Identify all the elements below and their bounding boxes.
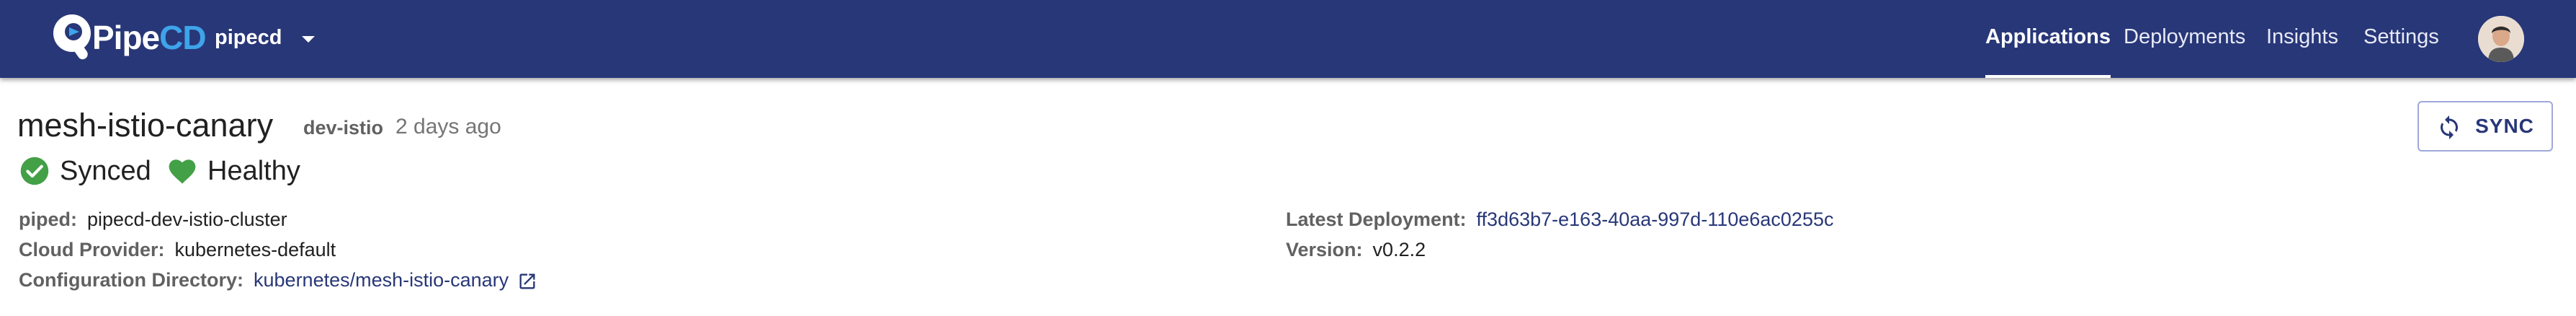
config-directory-label: Configuration Directory: bbox=[19, 269, 244, 291]
sync-button[interactable]: SYNC bbox=[2418, 101, 2553, 152]
project-name: pipecd bbox=[215, 26, 282, 49]
last-updated: 2 days ago bbox=[395, 115, 501, 139]
health-status: Healthy bbox=[167, 154, 300, 188]
piped-label: piped: bbox=[19, 209, 77, 230]
cloud-provider-value: kubernetes-default bbox=[174, 239, 336, 260]
heart-icon bbox=[169, 159, 196, 184]
config-directory-value: kubernetes/mesh-istio-canary bbox=[254, 269, 509, 291]
sync-button-label: SYNC bbox=[2475, 115, 2534, 137]
environment-name: dev-istio bbox=[303, 117, 384, 139]
version-row: Version: v0.2.2 bbox=[1286, 235, 1426, 264]
cloud-provider-label: Cloud Provider: bbox=[19, 239, 165, 260]
nav-settings-label: Settings bbox=[2363, 25, 2439, 48]
application-name: mesh-istio-canary bbox=[17, 107, 274, 144]
app-bar: PipeCD pipecd Applications Deployments I… bbox=[0, 0, 2576, 78]
brand-name-part1: Pipe bbox=[92, 19, 160, 56]
health-status-label: Healthy bbox=[207, 156, 300, 186]
cloud-provider-row: Cloud Provider: kubernetes-default bbox=[19, 235, 336, 264]
brand-name-part2: CD bbox=[159, 19, 206, 56]
nav-deployments-label: Deployments bbox=[2124, 25, 2246, 48]
active-tab-indicator bbox=[1985, 75, 2111, 78]
nav-deployments[interactable]: Deployments bbox=[2124, 0, 2245, 78]
open-in-new-icon bbox=[519, 273, 535, 289]
nav-applications[interactable]: Applications bbox=[1985, 0, 2111, 78]
latest-deployment-link[interactable]: ff3d63b7-e163-40aa-997d-110e6ac0255c bbox=[1477, 209, 1834, 230]
config-directory-row: Configuration Directory: kubernetes/mesh-… bbox=[19, 265, 537, 294]
brand-name[interactable]: PipeCD bbox=[92, 16, 207, 59]
sync-icon bbox=[2441, 115, 2459, 139]
version-label: Version: bbox=[1286, 239, 1363, 260]
config-directory-link[interactable]: kubernetes/mesh-istio-canary bbox=[254, 269, 537, 291]
user-avatar[interactable] bbox=[2478, 16, 2524, 62]
piped-value: pipecd-dev-istio-cluster bbox=[87, 209, 287, 230]
piped-row: piped: pipecd-dev-istio-cluster bbox=[19, 205, 287, 234]
caret-down-icon bbox=[302, 35, 316, 43]
version-value: v0.2.2 bbox=[1372, 239, 1426, 260]
sync-status-label: Synced bbox=[60, 156, 151, 186]
nav-insights[interactable]: Insights bbox=[2266, 0, 2338, 78]
check-circle-icon bbox=[20, 157, 49, 185]
nav-applications-label: Applications bbox=[1985, 25, 2111, 48]
project-selector[interactable]: pipecd bbox=[215, 20, 316, 55]
nav-settings[interactable]: Settings bbox=[2363, 0, 2439, 78]
sync-status: Synced bbox=[19, 154, 151, 188]
latest-deployment-label: Latest Deployment: bbox=[1286, 209, 1467, 230]
latest-deployment-row: Latest Deployment: ff3d63b7-e163-40aa-997… bbox=[1286, 205, 1833, 234]
nav-insights-label: Insights bbox=[2266, 25, 2338, 48]
